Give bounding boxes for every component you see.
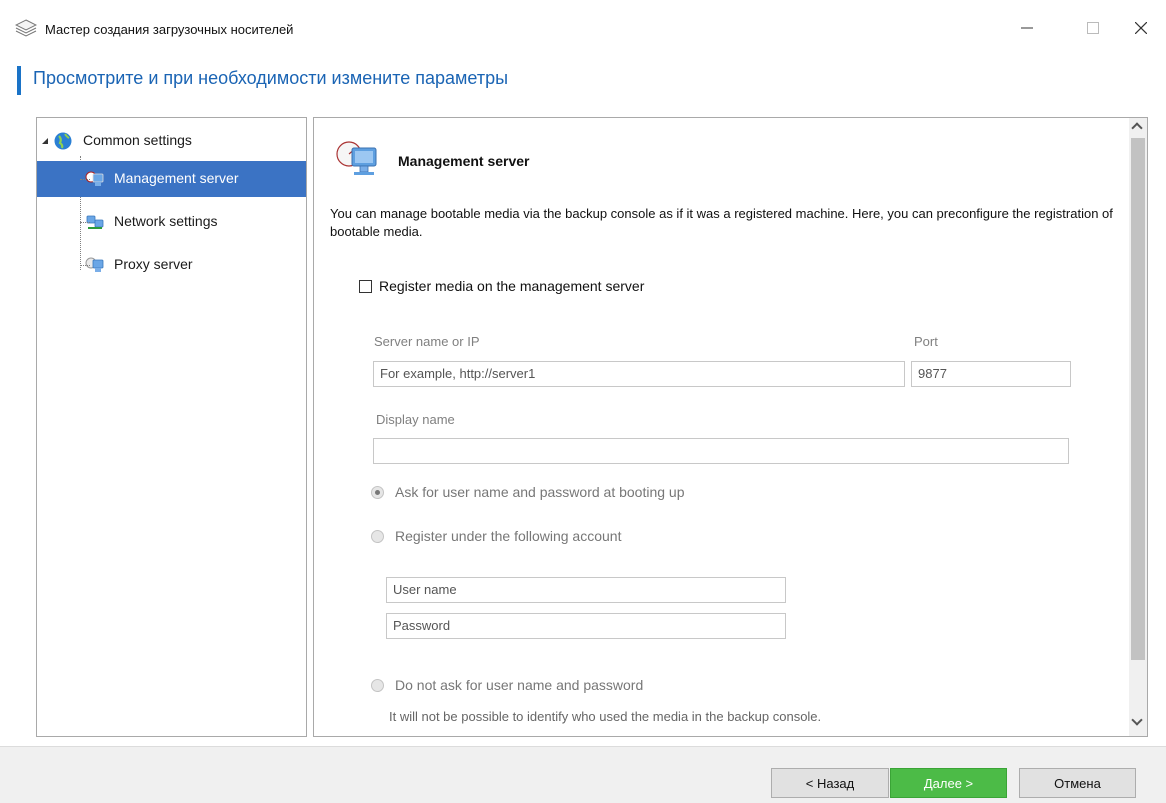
wizard-footer: < Назад Далее > Отмена	[0, 746, 1166, 803]
auth-option-ask-at-boot[interactable]: Ask for user name and password at bootin…	[371, 484, 685, 500]
auth-option-register-account[interactable]: Register under the following account	[371, 528, 621, 544]
tree-connector	[80, 179, 90, 180]
next-button-label: Далее >	[923, 775, 974, 791]
maximize-button[interactable]	[1070, 10, 1116, 46]
tree-connector	[80, 265, 90, 266]
tree-item-label: Network settings	[114, 213, 218, 229]
page-title: Просмотрите и при необходимости измените…	[33, 68, 509, 88]
scroll-down-icon[interactable]	[1131, 714, 1143, 726]
radio-button[interactable]	[371, 529, 384, 543]
tree-item-label: Management server	[114, 170, 239, 186]
server-name-label: Server name or IP	[374, 334, 480, 349]
title-bar: Мастер создания загрузочных носителей	[0, 0, 1166, 58]
radio-label: Do not ask for user name and password	[395, 677, 644, 693]
display-name-input[interactable]	[373, 438, 1069, 464]
back-button-label: < Назад	[805, 775, 855, 791]
scroll-thumb[interactable]	[1131, 138, 1145, 660]
identification-note: It will not be possible to identify who …	[389, 709, 822, 724]
minimize-icon	[1021, 27, 1033, 29]
tree-item-common-settings[interactable]: Common settings	[37, 123, 306, 159]
tree-item-label: Proxy server	[114, 256, 193, 272]
display-name-label: Display name	[376, 412, 455, 427]
tree-item-label: Common settings	[83, 132, 192, 148]
globe-icon	[54, 132, 72, 150]
port-label: Port	[914, 334, 938, 349]
tree-item-network-settings[interactable]: Network settings	[37, 204, 306, 240]
back-button[interactable]: < Назад	[771, 768, 889, 798]
radio-label: Ask for user name and password at bootin…	[395, 484, 685, 500]
radio-label: Register under the following account	[395, 528, 622, 544]
scroll-up-icon[interactable]	[1131, 122, 1143, 134]
close-icon	[1135, 22, 1147, 34]
next-button[interactable]: Далее >	[890, 768, 1007, 798]
server-name-input[interactable]: For example, http://server1	[373, 361, 905, 387]
cancel-button-label: Отмена	[1054, 775, 1101, 791]
section-description: You can manage bootable media via the ba…	[330, 206, 1113, 239]
auth-option-do-not-ask[interactable]: Do not ask for user name and password	[371, 677, 643, 693]
radio-button[interactable]	[371, 678, 384, 692]
settings-tree: Common settings Management server Networ…	[36, 117, 307, 737]
port-input[interactable]: 9877	[911, 361, 1071, 387]
register-media-checkbox-row[interactable]: Register media on the management server	[359, 278, 644, 294]
register-media-checkbox[interactable]	[359, 279, 372, 293]
close-button[interactable]	[1118, 10, 1164, 46]
minimize-button[interactable]	[1004, 10, 1050, 46]
window-title: Мастер создания загрузочных носителей	[45, 22, 294, 37]
layers-icon	[15, 19, 37, 37]
header-accent-bar	[17, 66, 21, 95]
radio-button[interactable]	[371, 485, 384, 499]
username-input[interactable]: User name	[386, 577, 786, 603]
tree-item-proxy-server[interactable]: Proxy server	[37, 247, 306, 283]
expand-arrow-icon[interactable]	[41, 137, 49, 145]
management-server-icon	[336, 141, 377, 175]
maximize-icon	[1087, 22, 1099, 34]
vertical-scrollbar[interactable]	[1129, 118, 1147, 736]
settings-content-panel: Management server You can manage bootabl…	[313, 117, 1148, 737]
password-input[interactable]: Password	[386, 613, 786, 639]
tree-item-management-server[interactable]: Management server	[37, 161, 306, 197]
cancel-button[interactable]: Отмена	[1019, 768, 1136, 798]
register-media-label: Register media on the management server	[379, 278, 645, 294]
section-title: Management server	[398, 153, 530, 169]
tree-connector	[80, 222, 90, 223]
